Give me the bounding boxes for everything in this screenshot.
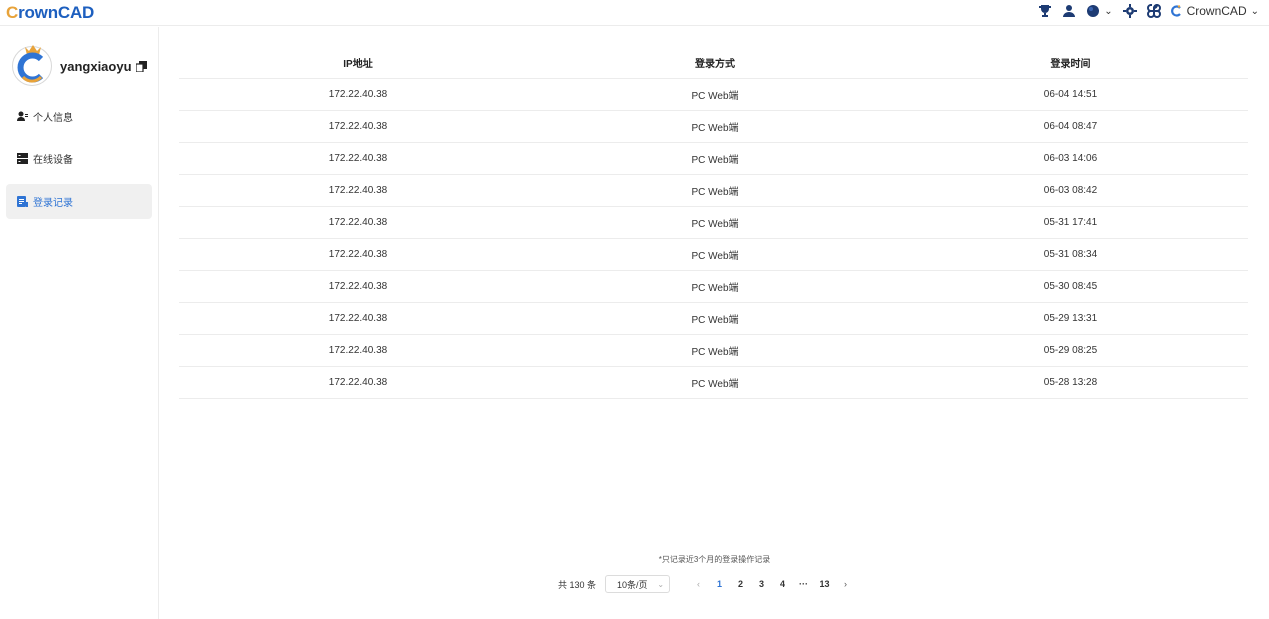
trophy-icon[interactable] (1038, 4, 1052, 18)
table-row: 172.22.40.38 PC Web端 05-29 13:31 (179, 303, 1248, 335)
table-row: 172.22.40.38 PC Web端 05-31 17:41 (179, 207, 1248, 239)
cell-login-method: PC Web端 (691, 347, 739, 358)
column-header-login-time: 登录时间 (1050, 59, 1091, 70)
sidebar-item-personal-info[interactable]: 个人信息 (6, 99, 152, 134)
cell-login-time: 05-28 13:28 (1043, 377, 1098, 388)
next-page-button[interactable]: › (835, 579, 856, 589)
sidebar-item-online-devices[interactable]: 在线设备 (6, 141, 152, 176)
cell-ip: 172.22.40.38 (328, 313, 388, 324)
page-button[interactable]: 3 (751, 579, 772, 589)
login-records-table: IP地址 登录方式 登录时间 172.22.40.38 PC Web端 06-04 … (179, 47, 1248, 399)
command-icon[interactable] (1146, 4, 1161, 18)
table-row: 172.22.40.38 PC Web端 06-03 08:42 (179, 175, 1248, 207)
table-header: IP地址 登录方式 登录时间 (179, 47, 1248, 79)
cell-login-method: PC Web端 (691, 155, 739, 166)
cell-login-method: PC Web端 (691, 123, 739, 134)
retention-note: *只记录近3个月的登录操作记录 (658, 555, 771, 564)
username: yangxiaoyu (60, 58, 132, 74)
table-row: 172.22.40.38 PC Web端 06-04 14:51 (179, 79, 1248, 111)
prev-page-button[interactable]: ‹ (688, 579, 709, 589)
cell-ip: 172.22.40.38 (328, 281, 388, 292)
table-row: 172.22.40.38 PC Web端 05-31 08:34 (179, 239, 1248, 271)
cell-ip: 172.22.40.38 (328, 185, 388, 196)
cell-ip: 172.22.40.38 (328, 377, 388, 388)
globe-icon[interactable] (1086, 4, 1100, 18)
cell-ip: 172.22.40.38 (328, 121, 388, 132)
chevron-down-icon: ⌄ (657, 579, 665, 589)
cell-login-method: PC Web端 (691, 379, 739, 390)
page-button[interactable]: 2 (730, 579, 751, 589)
column-header-ip: IP地址 (343, 59, 373, 70)
cell-ip: 172.22.40.38 (328, 249, 388, 260)
cell-login-time: 06-03 14:06 (1043, 153, 1098, 164)
cell-login-time: 05-30 08:45 (1043, 281, 1098, 292)
cell-login-method: PC Web端 (691, 219, 739, 230)
table-row: 172.22.40.38 PC Web端 05-30 08:45 (179, 271, 1248, 303)
page-list: 1 2 3 4 ··· 13 (709, 579, 835, 589)
cell-login-method: PC Web端 (691, 315, 739, 326)
page-ellipsis[interactable]: ··· (793, 579, 814, 589)
settings-gear-icon[interactable] (1122, 4, 1137, 18)
cell-login-method: PC Web端 (691, 187, 739, 198)
cell-login-method: PC Web端 (691, 91, 739, 102)
log-icon (17, 196, 28, 207)
brand-menu-label: CrownCAD (1186, 4, 1247, 18)
cell-login-time: 05-29 13:31 (1043, 313, 1098, 324)
top-bar: CrownCAD ⌄ CrownCAD ⌄ (0, 0, 1269, 26)
top-toolbar: ⌄ CrownCAD ⌄ (1038, 4, 1259, 18)
cell-login-time: 06-03 08:42 (1043, 185, 1098, 196)
cell-ip: 172.22.40.38 (328, 345, 388, 356)
cell-ip: 172.22.40.38 (328, 89, 388, 100)
avatar[interactable] (12, 45, 52, 86)
copy-icon[interactable] (135, 60, 147, 72)
sidebar-item-label: 在线设备 (33, 155, 73, 166)
brand-menu[interactable]: CrownCAD ⌄ (1170, 4, 1259, 18)
cell-login-method: PC Web端 (691, 251, 739, 262)
user-icon (17, 111, 28, 122)
crowncad-logo-icon (1170, 5, 1181, 17)
pagination: 共 130 条 10条/页 ⌄ ‹ 1 2 3 4 ··· 13 › (558, 575, 856, 593)
table-row: 172.22.40.38 PC Web端 06-03 14:06 (179, 143, 1248, 175)
user-profile: yangxiaoyu (12, 45, 147, 86)
logo-letter: C (6, 3, 19, 22)
sidebar: yangxiaoyu 个人信息 在线设备 登录记录 (0, 27, 159, 619)
cell-ip: 172.22.40.38 (328, 217, 388, 228)
user-group-icon[interactable] (1062, 4, 1076, 18)
table-body: 172.22.40.38 PC Web端 06-04 14:51 172.22.40.… (179, 79, 1248, 399)
column-header-login-method: 登录方式 (695, 59, 735, 70)
cell-ip: 172.22.40.38 (328, 153, 388, 164)
sidebar-item-label: 登录记录 (33, 198, 73, 209)
page-button[interactable]: 4 (772, 579, 793, 589)
page-button[interactable]: 13 (814, 579, 835, 589)
total-count: 共 130 条 (558, 579, 597, 590)
page-button[interactable]: 1 (709, 579, 730, 589)
sidebar-item-label: 个人信息 (33, 113, 73, 124)
chevron-down-icon: ⌄ (1250, 5, 1259, 17)
chevron-down-icon[interactable]: ⌄ (1104, 6, 1112, 17)
crowncad-logo[interactable]: CrownCAD (6, 3, 94, 23)
cell-login-time: 05-31 17:41 (1043, 217, 1098, 228)
cell-login-time: 06-04 08:47 (1043, 121, 1098, 132)
table-row: 172.22.40.38 PC Web端 05-28 13:28 (179, 367, 1248, 399)
device-icon (17, 153, 28, 164)
cell-login-time: 06-04 14:51 (1043, 89, 1098, 100)
cell-login-time: 05-29 08:25 (1043, 345, 1098, 356)
table-row: 172.22.40.38 PC Web端 06-04 08:47 (179, 111, 1248, 143)
cell-login-time: 05-31 08:34 (1043, 249, 1098, 260)
logo-text: rownCAD (18, 3, 95, 22)
sidebar-item-login-records[interactable]: 登录记录 (6, 184, 152, 219)
page-size-value: 10条/页 (617, 579, 648, 590)
table-row: 172.22.40.38 PC Web端 05-29 08:25 (179, 335, 1248, 367)
cell-login-method: PC Web端 (691, 283, 739, 294)
page-size-select[interactable]: 10条/页 ⌄ (605, 575, 671, 593)
